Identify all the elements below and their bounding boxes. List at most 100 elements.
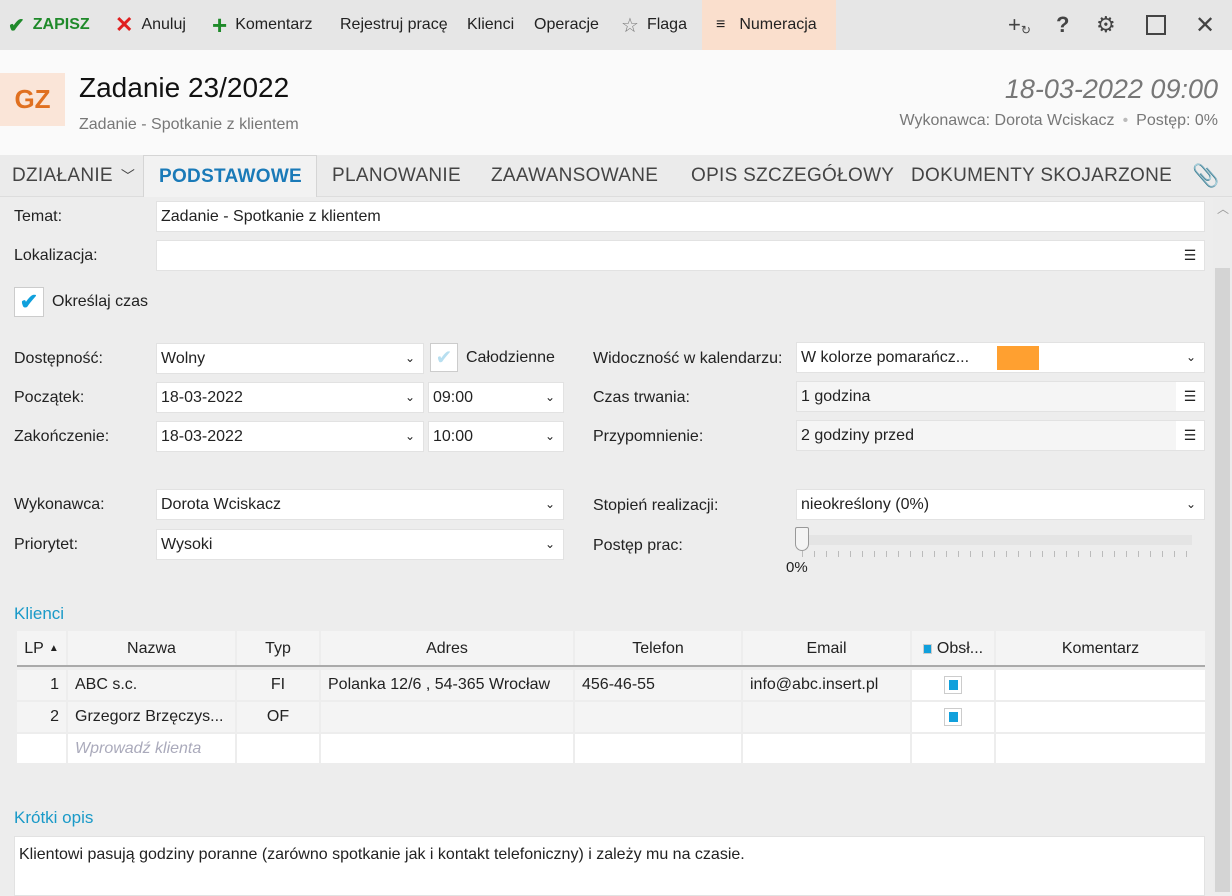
table-cell[interactable]: 2 xyxy=(17,702,66,732)
task-meta: Wykonawca: Dorota Wciskacz • Postęp: 0% xyxy=(899,112,1218,129)
handled-checkbox[interactable] xyxy=(944,676,962,694)
column-header[interactable]: Typ xyxy=(237,631,319,666)
table-cell[interactable]: OF xyxy=(237,702,319,732)
availability-select[interactable]: Wolny ⌄ xyxy=(156,343,424,374)
table-cell[interactable] xyxy=(321,734,573,763)
paperclip-icon[interactable]: 📎 xyxy=(1192,155,1220,197)
tab-bar: DZIAŁANIE ﹀ PODSTAWOWE PLANOWANIE ZAAWANS… xyxy=(0,155,1232,197)
all-day-checkbox[interactable]: ✔ Całodzienne xyxy=(430,343,555,372)
table-cell[interactable] xyxy=(321,702,573,732)
table-cell[interactable] xyxy=(912,702,994,732)
clients-table: LP ▲ Nazwa Typ Adres Telefon Email Obsł... Komen… xyxy=(17,631,1205,763)
location-input[interactable]: ☰ xyxy=(156,240,1205,271)
maximize-icon[interactable] xyxy=(1146,0,1166,50)
completion-label: Stopień realizacji: xyxy=(593,497,719,514)
register-work-button[interactable]: Rejestruj pracę xyxy=(340,0,448,50)
reminder-input[interactable]: 2 godziny przed ☰ xyxy=(796,420,1205,451)
scrollbar[interactable]: ︿ xyxy=(1213,198,1232,892)
tab-advanced[interactable]: ZAAWANSOWANE xyxy=(491,155,658,197)
table-cell[interactable] xyxy=(912,734,994,763)
numbering-button[interactable]: ≡ Numeracja xyxy=(702,0,836,50)
handled-checkbox[interactable] xyxy=(944,708,962,726)
short-description-title: Krótki opis xyxy=(14,808,94,827)
start-date-select[interactable]: 18-03-2022 ⌄ xyxy=(156,382,424,413)
location-label: Lokalizacja: xyxy=(14,247,98,264)
column-header[interactable]: Nazwa xyxy=(68,631,235,666)
chevron-down-icon: ⌄ xyxy=(1185,350,1196,364)
slider-thumb[interactable] xyxy=(795,527,809,551)
table-cell[interactable]: ABC s.c. xyxy=(68,670,235,700)
document-badge: GZ xyxy=(0,73,65,126)
menu-icon[interactable]: ☰ xyxy=(1176,421,1204,450)
column-header[interactable]: LP ▲ xyxy=(17,631,66,666)
start-time-select[interactable]: 09:00 ⌄ xyxy=(428,382,564,413)
end-date-select[interactable]: 18-03-2022 ⌄ xyxy=(156,421,424,452)
table-cell[interactable] xyxy=(912,670,994,700)
specify-time-checkbox[interactable]: ✔ Określaj czas xyxy=(14,287,148,317)
scrollbar-thumb[interactable] xyxy=(1215,268,1230,892)
tab-planning[interactable]: PLANOWANIE xyxy=(332,155,461,197)
short-description-textarea[interactable]: Klientowi pasują godziny poranne (zarówn… xyxy=(14,836,1205,896)
priority-select[interactable]: Wysoki ⌄ xyxy=(156,529,564,560)
task-datetime: 18-03-2022 09:00 xyxy=(1004,74,1218,104)
table-cell[interactable] xyxy=(996,702,1205,732)
table-cell[interactable]: 1 xyxy=(17,670,66,700)
table-cell[interactable] xyxy=(575,702,741,732)
subject-label: Temat: xyxy=(14,208,63,225)
table-cell[interactable]: Grzegorz Brzęczys... xyxy=(68,702,235,732)
duration-input[interactable]: 1 godzina ☰ xyxy=(796,381,1205,412)
save-button[interactable]: ✔ ZAPISZ xyxy=(8,0,90,50)
flag-button[interactable]: ☆ Flaga xyxy=(621,0,687,50)
menu-icon[interactable]: ☰ xyxy=(1176,241,1204,270)
progress-slider[interactable] xyxy=(795,527,1192,557)
tab-description[interactable]: OPIS SZCZEGÓŁOWY xyxy=(691,155,894,197)
cancel-button[interactable]: ✕ Anuluj xyxy=(115,0,186,50)
table-cell[interactable] xyxy=(17,734,66,763)
assignee-select[interactable]: Dorota Wciskacz ⌄ xyxy=(156,489,564,520)
table-cell[interactable] xyxy=(996,734,1205,763)
operations-button[interactable]: Operacje xyxy=(534,0,599,50)
completion-select[interactable]: nieokreślony (0%) ⌄ xyxy=(796,489,1205,520)
calendar-visibility-select[interactable]: W kolorze pomarańcz... ⌄ xyxy=(796,342,1205,373)
end-label: Zakończenie: xyxy=(14,428,110,445)
tab-basic[interactable]: PODSTAWOWE xyxy=(143,155,317,197)
column-header[interactable]: Obsł... xyxy=(912,631,994,666)
comment-button[interactable]: + Komentarz xyxy=(212,0,313,50)
column-header[interactable]: Email xyxy=(743,631,910,666)
table-cell[interactable]: info@abc.insert.pl xyxy=(743,670,910,700)
table-cell[interactable] xyxy=(575,734,741,763)
column-header[interactable]: Komentarz xyxy=(996,631,1205,666)
table-cell[interactable] xyxy=(743,702,910,732)
progress-value: 0% xyxy=(786,559,808,576)
chevron-down-icon: ⌄ xyxy=(544,390,555,404)
table-cell[interactable] xyxy=(743,734,910,763)
close-window-icon[interactable]: ✕ xyxy=(1195,0,1215,50)
tab-documents[interactable]: DOKUMENTY SKOJARZONE xyxy=(911,155,1172,197)
header-divider xyxy=(17,665,1205,667)
add-refresh-icon[interactable]: + ↻ xyxy=(1008,0,1031,50)
gear-icon[interactable]: ⚙ xyxy=(1096,0,1116,50)
table-cell[interactable]: Polanka 12/6 , 54-365 Wrocław xyxy=(321,670,573,700)
scroll-up-icon[interactable]: ︿ xyxy=(1217,200,1229,217)
column-header[interactable]: Adres xyxy=(321,631,573,666)
clients-button[interactable]: Klienci xyxy=(467,0,514,50)
table-cell[interactable] xyxy=(237,734,319,763)
checkbox-checked-icon xyxy=(948,712,958,722)
column-header[interactable]: Telefon xyxy=(575,631,741,666)
slider-ticks xyxy=(802,551,1192,557)
tab-action[interactable]: DZIAŁANIE ﹀ xyxy=(12,155,135,197)
help-icon[interactable]: ? xyxy=(1056,0,1069,50)
end-time-select[interactable]: 10:00 ⌄ xyxy=(428,421,564,452)
chevron-down-icon: ⌄ xyxy=(404,429,415,443)
subject-input[interactable]: Zadanie - Spotkanie z klientem xyxy=(156,201,1205,232)
table-cell[interactable]: FI xyxy=(237,670,319,700)
chevron-down-icon: ⌄ xyxy=(404,351,415,365)
page-subtitle: Zadanie - Spotkanie z klientem xyxy=(79,116,299,133)
table-cell[interactable]: 456-46-55 xyxy=(575,670,741,700)
star-icon: ☆ xyxy=(621,14,639,37)
chevron-down-icon: ⌄ xyxy=(544,497,555,511)
new-client-input[interactable]: Wprowadź klienta xyxy=(68,734,235,763)
checkbox-checked-icon: ✔ xyxy=(14,287,44,317)
menu-icon[interactable]: ☰ xyxy=(1176,382,1204,411)
table-cell[interactable] xyxy=(996,670,1205,700)
